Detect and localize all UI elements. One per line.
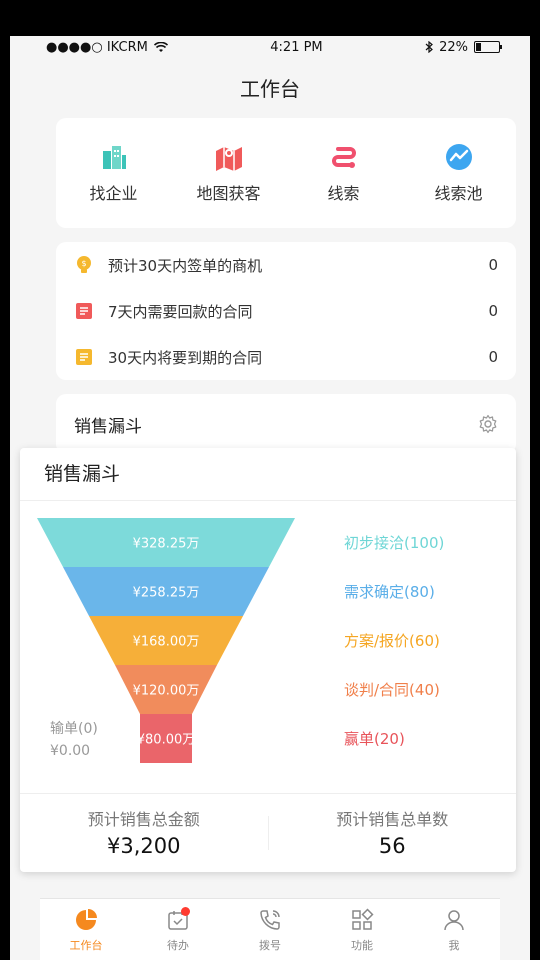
funnel-chart: ¥328.25万 ¥258.25万 ¥168.00万 ¥120.00万 ¥80.00万 … <box>20 504 516 794</box>
quick-map-leads[interactable]: 地图获客 <box>179 142 279 204</box>
battery-percent: 22% <box>439 39 468 55</box>
clock-text: 4:21 PM <box>270 39 323 55</box>
quick-lead-pool[interactable]: 线索池 <box>409 142 509 204</box>
user-icon <box>441 907 467 933</box>
total-amount-label: 预计销售总金额 <box>87 810 200 829</box>
sales-funnel-popup: 销售漏斗 ¥328.25万 ¥258.25万 ¥168.00万 ¥120.00万 ¥80… <box>20 448 516 872</box>
total-amount-value: ¥3,200 <box>107 834 181 858</box>
quick-label: 地图获客 <box>196 184 261 203</box>
tab-bar: 工作台 待办 拨号 功能 我 <box>40 898 500 960</box>
total-count-block: 预计销售总单数 56 <box>269 794 517 872</box>
tab-label: 待办 <box>167 939 189 952</box>
map-icon <box>214 142 244 172</box>
tab-label: 我 <box>448 939 460 952</box>
quick-label: 线索池 <box>434 184 483 203</box>
stat-value: 0 <box>488 302 498 320</box>
stats-card: $ 预计30天内签单的商机 0 7天内需要回款的合同 0 30天内将要到期的合同… <box>56 242 516 380</box>
quick-leads[interactable]: 线索 <box>294 142 394 204</box>
tab-dashboard[interactable]: 工作台 <box>40 899 132 960</box>
stat-row-opportunities[interactable]: $ 预计30天内签单的商机 0 <box>74 242 498 288</box>
popup-title: 销售漏斗 <box>20 448 516 501</box>
tab-label: 工作台 <box>69 939 103 952</box>
total-amount-block: 预计销售总金额 ¥3,200 <box>20 794 268 872</box>
svg-text:$: $ <box>81 259 86 268</box>
funnel-stage-amount: ¥328.25万 <box>133 537 200 552</box>
stat-label: 30天内将要到期的合同 <box>108 348 263 367</box>
stage-label[interactable]: 需求确定(80) <box>344 581 435 602</box>
battery-icon <box>474 41 502 53</box>
quick-actions-card: 找企业 地图获客 线索 线索池 <box>56 118 516 228</box>
tab-me[interactable]: 我 <box>408 899 500 960</box>
total-count-label: 预计销售总单数 <box>336 810 449 829</box>
tab-dial[interactable]: 拨号 <box>224 899 316 960</box>
settings-gear-icon[interactable] <box>478 414 498 434</box>
leads-icon <box>329 142 359 172</box>
todo-badge <box>181 907 190 916</box>
quick-label: 找企业 <box>89 184 138 203</box>
apps-icon <box>349 907 375 933</box>
stat-row-expiring[interactable]: 30天内将要到期的合同 0 <box>74 334 498 380</box>
tab-apps[interactable]: 功能 <box>316 899 408 960</box>
stat-label: 预计30天内签单的商机 <box>108 256 263 275</box>
quick-find-company[interactable]: 找企业 <box>64 142 164 204</box>
dashboard-icon <box>73 907 99 933</box>
quick-label: 线索 <box>327 184 360 203</box>
funnel-stage-amount: ¥80.00万 <box>137 733 196 748</box>
bluetooth-icon <box>425 41 434 53</box>
funnel-stage-amount: ¥168.00万 <box>133 635 200 650</box>
status-bar: ●●●●○ IKCRM 4:21 PM 22% <box>10 36 530 58</box>
battery-fill <box>476 43 481 51</box>
app-screen: ●●●●○ IKCRM 4:21 PM 22% 工作台 找企业 地图获客 线索 … <box>10 36 530 960</box>
contract-yellow-icon <box>74 347 94 367</box>
stage-label[interactable]: 初步接洽(100) <box>344 532 444 553</box>
tab-label: 拨号 <box>259 939 281 952</box>
lead-pool-icon <box>444 142 474 172</box>
stage-label[interactable]: 谈判/合同(40) <box>344 679 440 700</box>
stat-row-payments[interactable]: 7天内需要回款的合同 0 <box>74 288 498 334</box>
wifi-icon <box>153 41 168 52</box>
stat-value: 0 <box>488 348 498 366</box>
tab-label: 功能 <box>351 939 373 952</box>
carrier-text: ●●●●○ IKCRM <box>46 39 148 55</box>
building-icon <box>99 142 129 172</box>
funnel-section-header: 销售漏斗 <box>56 394 516 454</box>
stage-label[interactable]: 方案/报价(60) <box>344 630 440 651</box>
section-title: 销售漏斗 <box>74 416 142 437</box>
contract-red-icon <box>74 301 94 321</box>
phone-icon <box>257 907 283 933</box>
stat-value: 0 <box>488 256 498 274</box>
page-title: 工作台 <box>240 77 300 101</box>
total-count-value: 56 <box>378 834 406 858</box>
funnel-stage-amount: ¥258.25万 <box>133 586 200 601</box>
stage-label[interactable]: 赢单(20) <box>344 728 405 749</box>
lost-deals: 输单(0) ¥0.00 <box>50 718 98 762</box>
stat-label: 7天内需要回款的合同 <box>108 302 253 321</box>
tab-todo[interactable]: 待办 <box>132 899 224 960</box>
funnel-stage-amount: ¥120.00万 <box>133 684 200 699</box>
lost-label: 输单(0) <box>50 721 98 737</box>
funnel-summary: 预计销售总金额 ¥3,200 预计销售总单数 56 <box>20 793 516 872</box>
lightbulb-icon: $ <box>74 255 94 275</box>
lost-amount: ¥0.00 <box>50 743 91 759</box>
